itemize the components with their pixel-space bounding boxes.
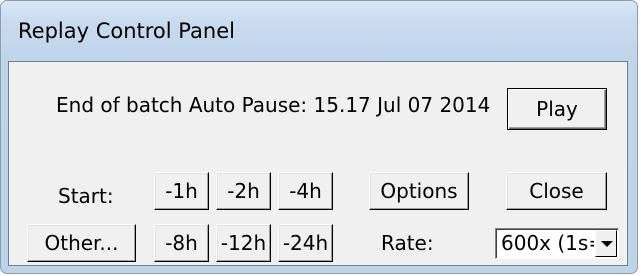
minus-4h-label: -4h xyxy=(289,179,322,203)
other-button-label: Other... xyxy=(44,231,119,255)
close-button[interactable]: Close xyxy=(506,172,607,210)
minus-12h-label: -12h xyxy=(220,231,267,255)
play-button-label: Play xyxy=(536,97,578,121)
minus-8h-label: -8h xyxy=(165,231,198,255)
minus-2h-label: -2h xyxy=(227,179,260,203)
options-button-label: Options xyxy=(380,179,458,203)
other-button[interactable]: Other... xyxy=(27,224,136,262)
minus-1h-button[interactable]: -1h xyxy=(154,172,209,210)
play-button[interactable]: Play xyxy=(507,88,607,130)
rate-label: Rate: xyxy=(381,231,434,255)
rate-select-value: 600x (1s=10mir xyxy=(501,231,594,255)
minus-8h-button[interactable]: -8h xyxy=(154,224,209,262)
minus-24h-label: -24h xyxy=(282,231,329,255)
chevron-down-icon[interactable] xyxy=(595,230,617,257)
options-button[interactable]: Options xyxy=(369,172,469,210)
rate-select[interactable]: 600x (1s=10mir xyxy=(495,228,619,259)
minus-4h-button[interactable]: -4h xyxy=(278,172,333,210)
window-title: Replay Control Panel xyxy=(18,19,235,43)
minus-2h-button[interactable]: -2h xyxy=(216,172,271,210)
start-label: Start: xyxy=(58,184,114,208)
close-button-label: Close xyxy=(529,179,584,203)
minus-1h-label: -1h xyxy=(165,179,198,203)
minus-24h-button[interactable]: -24h xyxy=(278,224,333,262)
minus-12h-button[interactable]: -12h xyxy=(216,224,271,262)
auto-pause-status: End of batch Auto Pause: 15.17 Jul 07 20… xyxy=(56,93,491,117)
